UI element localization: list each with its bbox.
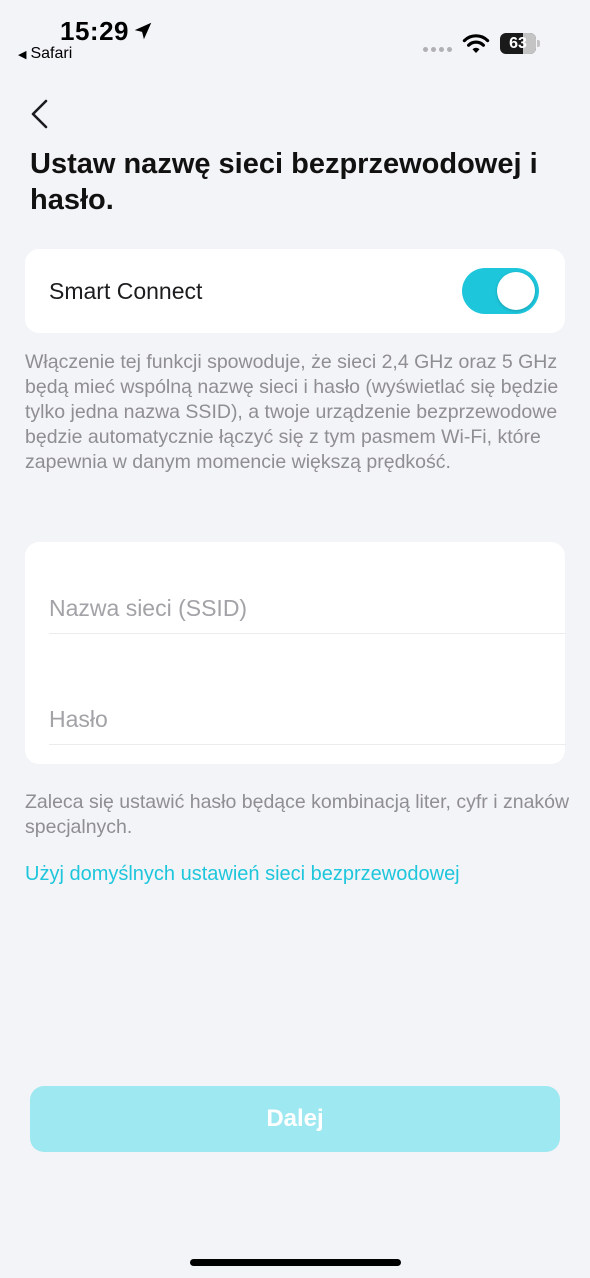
ssid-field-wrapper: [49, 584, 566, 634]
back-to-app-link[interactable]: ◀ Safari: [18, 45, 72, 63]
back-triangle-icon: ◀: [18, 49, 27, 61]
toggle-knob: [497, 272, 535, 310]
password-input[interactable]: [49, 695, 566, 743]
password-hint: Zaleca się ustawić hasło będące kombinac…: [25, 791, 570, 838]
wifi-icon: [462, 34, 490, 53]
page-title: Ustaw nazwę sieci bezprzewodowej i hasło…: [30, 148, 538, 216]
battery-percentage: 63: [509, 35, 527, 52]
ssid-input[interactable]: [49, 584, 566, 632]
chevron-left-icon[interactable]: [26, 95, 56, 133]
cellular-signal-icon: [423, 47, 452, 52]
status-time: 15:29: [60, 16, 129, 46]
back-app-label: Safari: [30, 45, 73, 62]
battery-icon: 63: [500, 33, 540, 54]
smart-connect-toggle[interactable]: [462, 268, 539, 314]
home-indicator: [190, 1259, 401, 1266]
location-arrow-icon: [134, 22, 152, 40]
smart-connect-label: Smart Connect: [49, 278, 203, 304]
wifi-form-card: [25, 542, 566, 764]
smart-connect-description: Włączenie tej funkcji spowoduje, że siec…: [25, 351, 559, 473]
use-default-settings-link[interactable]: Użyj domyślnych ustawień sieci bezprzewo…: [25, 863, 460, 886]
status-bar: 15:29 ◀ Safari 63: [0, 0, 590, 70]
smart-connect-card: Smart Connect: [25, 249, 565, 333]
next-button[interactable]: Dalej: [30, 1086, 560, 1152]
password-field-wrapper: [49, 695, 566, 745]
